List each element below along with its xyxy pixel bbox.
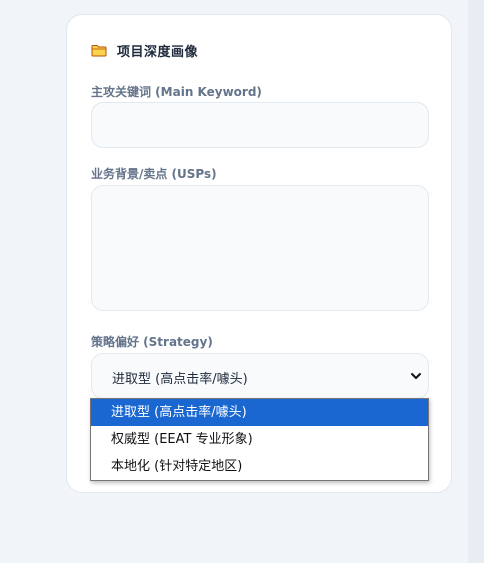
folder-icon	[91, 44, 107, 56]
strategy-label: 策略偏好 (Strategy)	[91, 335, 213, 349]
strategy-option-aggressive[interactable]: 进取型 (高点击率/噱头)	[91, 399, 428, 426]
strategy-option-authority[interactable]: 权威型 (EEAT 专业形象)	[91, 426, 428, 453]
usps-label: 业务背景/卖点 (USPs)	[91, 167, 217, 181]
usps-textarea[interactable]	[91, 185, 429, 311]
strategy-select-value: 进取型 (高点击率/噱头)	[112, 372, 248, 387]
keyword-label: 主攻关键词 (Main Keyword)	[91, 85, 262, 99]
card-title: 项目深度画像	[117, 44, 199, 60]
page-scroll-gutter	[468, 0, 484, 563]
chevron-down-icon	[411, 373, 421, 379]
keyword-input[interactable]	[91, 102, 429, 148]
strategy-select[interactable]: 进取型 (高点击率/噱头)	[91, 353, 429, 399]
strategy-dropdown-list: 进取型 (高点击率/噱头) 权威型 (EEAT 专业形象) 本地化 (针对特定地…	[90, 398, 429, 481]
card-header: 项目深度画像	[91, 40, 198, 60]
strategy-option-local[interactable]: 本地化 (针对特定地区)	[91, 453, 428, 480]
